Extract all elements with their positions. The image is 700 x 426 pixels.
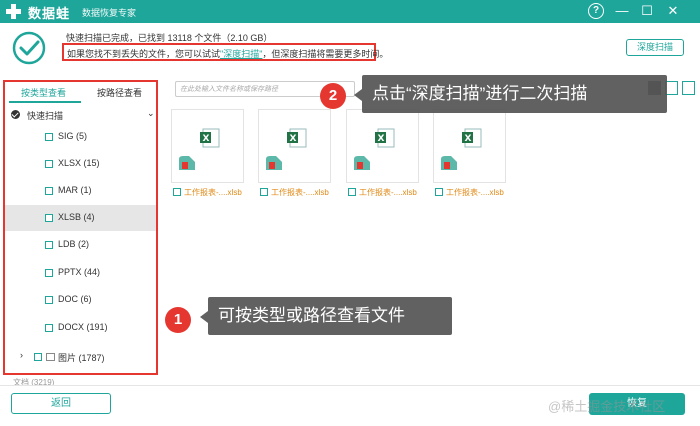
tree-item-label: XLSX (15) [58,158,100,168]
tree-item[interactable]: PPTX (44) [5,260,156,286]
tree-item[interactable]: MAR (1) [5,178,156,204]
callout-deep-scan: 点击“深度扫描”进行二次扫描 [362,75,667,113]
tree-item-pictures[interactable]: › 图片 (1787) [5,344,156,370]
tree-checkbox[interactable] [34,353,42,361]
detail-view-icon[interactable] [682,81,695,95]
tree-item-label: SIG (5) [58,131,88,141]
file-name-label: 工作报表-....xlsb [359,188,417,197]
hint-prefix: 如果您找不到丢失的文件，您可以试试 [67,49,221,59]
tree-checkbox[interactable] [45,133,53,141]
tree-item-label: XLSB (4) [58,212,95,222]
excel-file-icon: X [200,128,220,148]
file-name-label: 工作报表-....xlsb [446,188,504,197]
file-name-label: 工作报表-....xlsb [271,188,329,197]
callout-view-by-type: 可按类型或路径查看文件 [208,297,452,335]
tree-root-label: 快速扫描 [27,111,64,121]
active-tab-indicator [9,101,81,103]
watermark-text: @稀土掘金技术社区 [548,399,666,414]
bottom-bar: 返回 恢复 @稀土掘金技术社区 [0,385,700,426]
check-circle-icon [11,110,20,119]
tree-item-label: 图片 (1787) [58,353,105,363]
app-name: 数据蛙 [28,6,71,21]
chevron-right-icon[interactable]: › [20,350,23,360]
svg-text:X: X [378,134,385,144]
tab-view-by-path[interactable]: 按路径查看 [97,86,142,99]
svg-text:X: X [290,134,297,144]
excel-file-icon: X [462,128,482,148]
tree-item[interactable]: XLSX (15) [5,151,156,177]
callout-pointer [200,311,208,323]
file-type-sidebar: 按类型查看 按路径查看 快速扫描 ⌄ SIG (5) XLSX (15) MAR… [3,80,158,375]
chevron-down-icon[interactable]: ⌄ [147,108,155,119]
title-bar: 数据蛙 数据恢复专家 ? — ☐ ✕ [0,0,700,23]
image-icon [46,353,55,361]
tree-item[interactable]: DOCX (191) [5,315,156,341]
tree-item-label: DOC (6) [58,294,92,304]
tree-checkbox[interactable] [45,160,53,168]
tree-checkbox[interactable] [45,241,53,249]
file-name[interactable]: 工作报表-....xlsb [435,187,515,198]
back-button[interactable]: 返回 [11,393,111,414]
corrupted-file-icon [266,156,282,170]
app-subtitle: 数据恢复专家 [82,8,137,18]
tree-item-label: MAR (1) [58,185,92,195]
tree-checkbox[interactable] [45,214,53,222]
tree-checkbox[interactable] [45,324,53,332]
step-badge-2: 2 [320,83,346,109]
deep-scan-link[interactable]: "深度扫描" [220,49,262,59]
tree-item-label: PPTX (44) [58,267,101,277]
deep-scan-button[interactable]: 深度扫描 [626,39,684,56]
app-logo-icon [6,4,21,19]
file-checkbox[interactable] [348,188,356,196]
tree-item[interactable]: DOC (6) [5,287,156,313]
file-name[interactable]: 工作报表-....xlsb [260,187,340,198]
scan-summary-header: 快速扫描已完成，已找到 13118 个文件（2.10 GB） 如果您找不到丢失的… [0,23,700,71]
scan-complete-check-icon [12,31,46,65]
file-card[interactable]: X [171,109,244,183]
step-badge-1: 1 [165,307,191,333]
corrupted-file-icon [441,156,457,170]
tree-item[interactable]: LDB (2) [5,232,156,258]
corrupted-file-icon [179,156,195,170]
file-checkbox[interactable] [260,188,268,196]
file-checkbox[interactable] [435,188,443,196]
file-card[interactable]: X [258,109,331,183]
hint-suffix: ，但深度扫描将需要更多时间。 [262,49,389,59]
excel-file-icon: X [375,128,395,148]
file-card[interactable]: X [346,109,419,183]
tree-root-quick-scan[interactable]: 快速扫描 ⌄ [5,106,156,124]
sidebar-tabs: 按类型查看 按路径查看 [5,82,156,103]
tree-item-label: DOCX (191) [58,322,108,332]
file-checkbox[interactable] [173,188,181,196]
svg-text:X: X [465,134,472,144]
corrupted-file-icon [354,156,370,170]
tab-view-by-type[interactable]: 按类型查看 [21,86,66,99]
tree-item-selected[interactable]: XLSB (4) [5,205,156,231]
file-name[interactable]: 工作报表-....xlsb [173,187,253,198]
callout-pointer [354,89,362,101]
tree-item[interactable]: SIG (5) [5,124,156,150]
tree-checkbox[interactable] [45,187,53,195]
tree-item-label: LDB (2) [58,239,90,249]
excel-file-icon: X [287,128,307,148]
maximize-button[interactable]: ☐ [639,3,655,19]
svg-text:X: X [203,134,210,144]
close-button[interactable]: ✕ [665,3,681,19]
file-card[interactable]: X [433,109,506,183]
file-name[interactable]: 工作报表-....xlsb [348,187,428,198]
tree-checkbox[interactable] [45,269,53,277]
minimize-button[interactable]: — [614,3,630,19]
tree-checkbox[interactable] [45,296,53,304]
help-button[interactable]: ? [588,3,604,19]
deep-scan-hint: 如果您找不到丢失的文件，您可以试试"深度扫描"，但深度扫描将需要更多时间。 [62,43,388,61]
file-name-label: 工作报表-....xlsb [184,188,242,197]
